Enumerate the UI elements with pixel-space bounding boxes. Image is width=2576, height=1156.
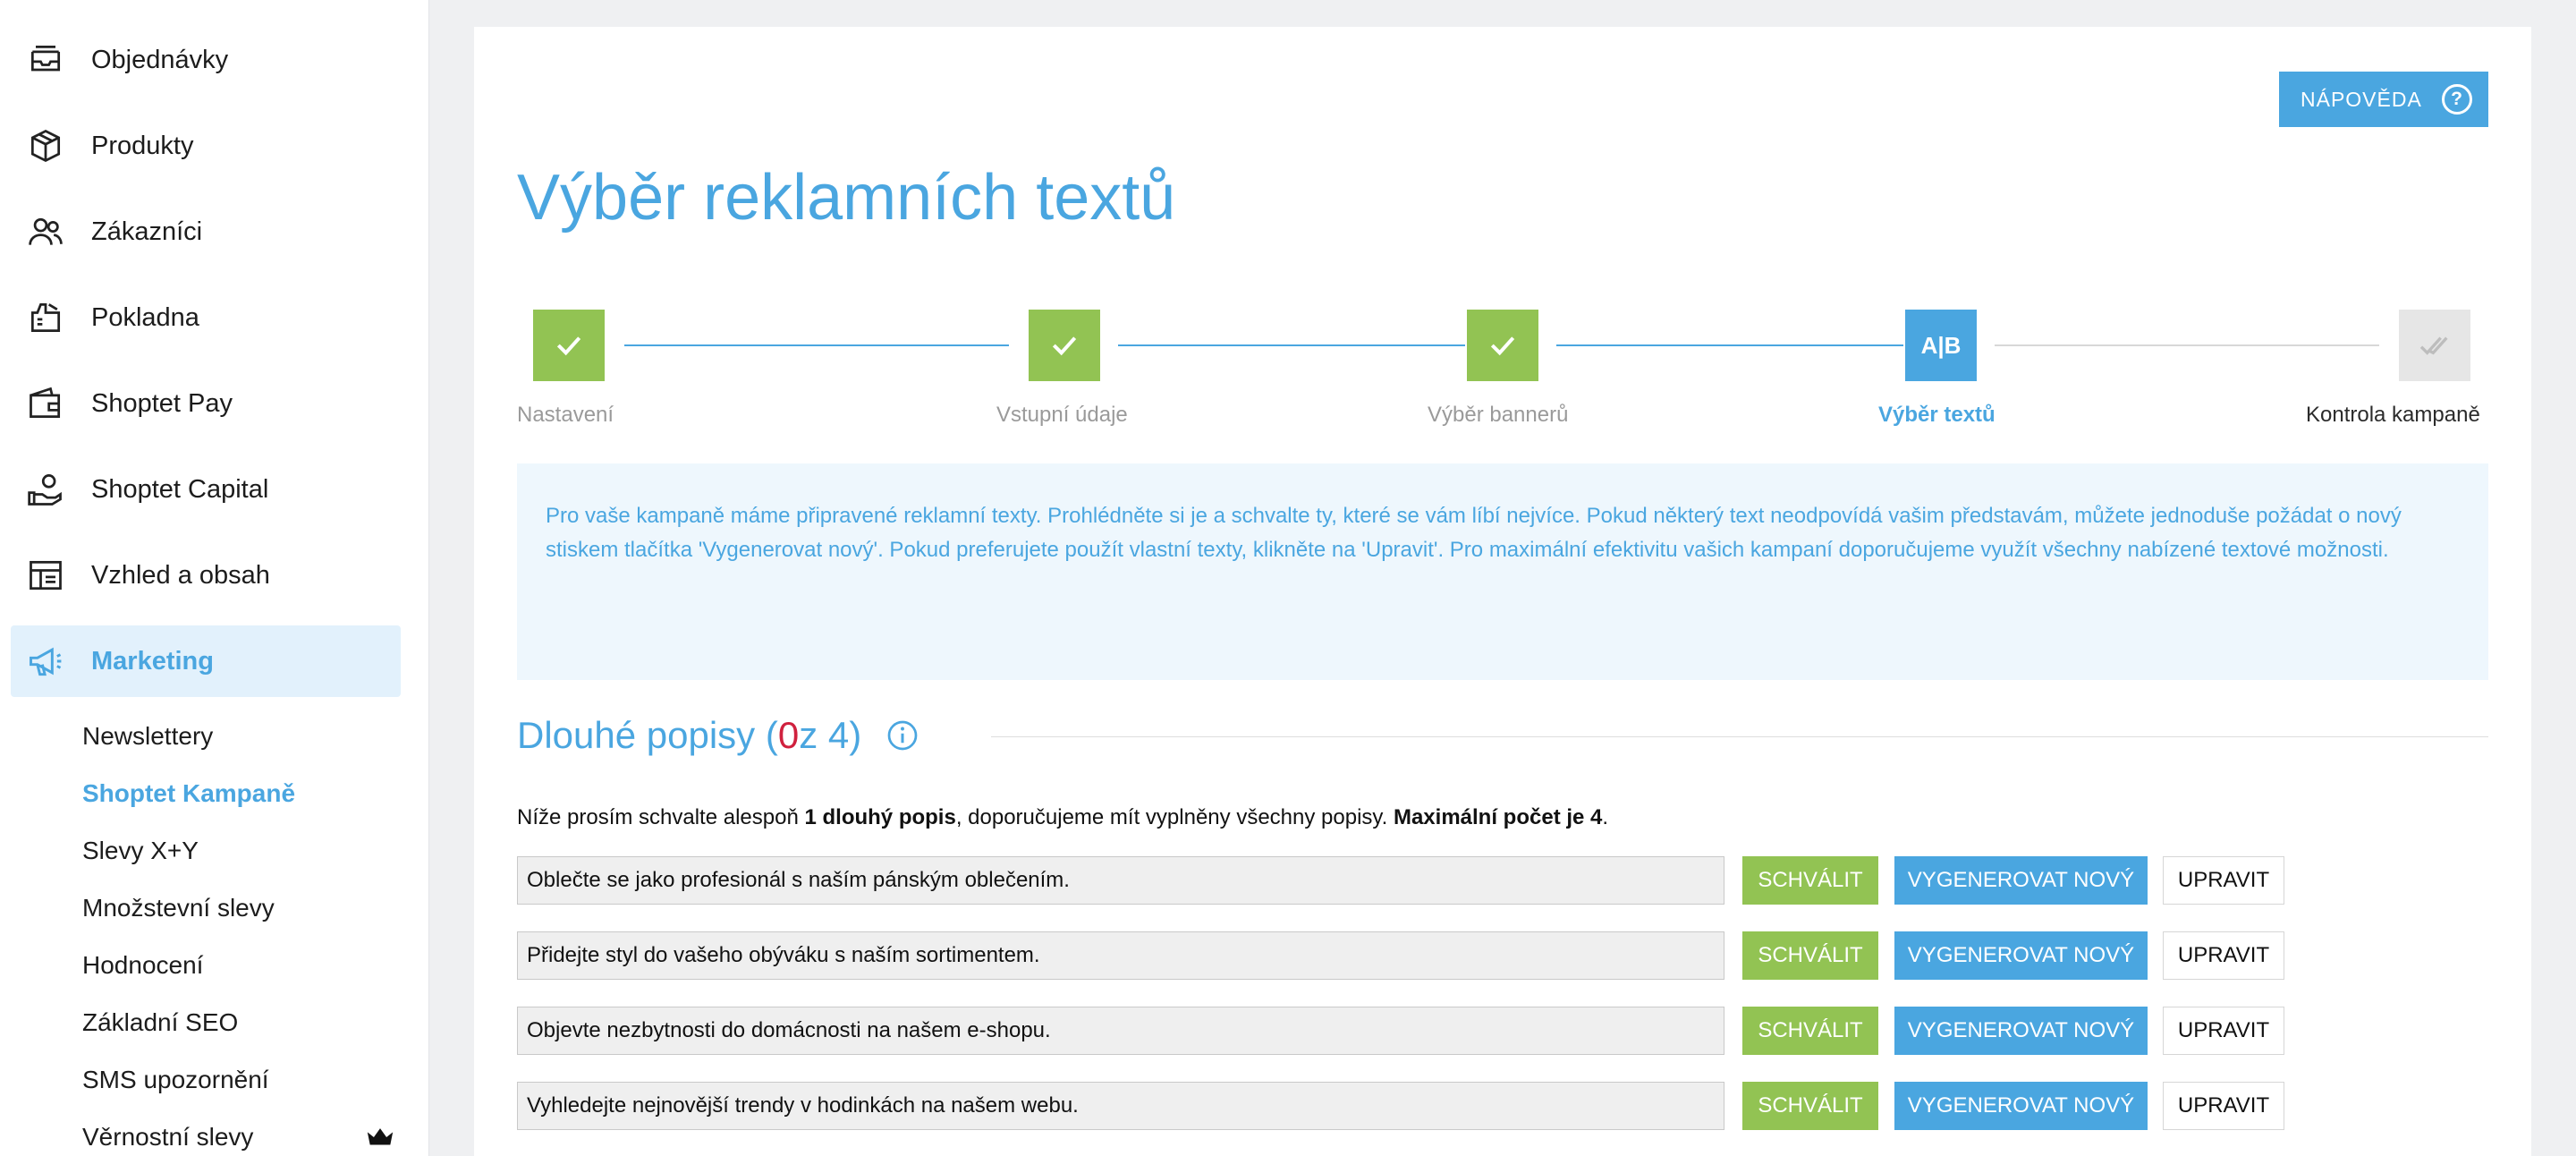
instruction-bold: 1 dlouhý popis xyxy=(804,805,956,829)
description-row: SCHVÁLIT VYGENEROVAT NOVÝ UPRAVIT xyxy=(517,931,2485,980)
step-2-check xyxy=(1029,310,1100,381)
approve-button[interactable]: SCHVÁLIT xyxy=(1742,1007,1878,1055)
check-icon xyxy=(1052,336,1077,356)
info-icon[interactable] xyxy=(886,719,919,752)
help-icon: ? xyxy=(2442,84,2472,115)
regenerate-button[interactable]: VYGENEROVAT NOVÝ xyxy=(1894,856,2148,905)
help-button-label: NÁPOVĚDA xyxy=(2301,87,2422,111)
description-field[interactable] xyxy=(517,1007,1724,1055)
description-field[interactable] xyxy=(517,856,1724,905)
step-label-texts: Výběr textů xyxy=(1878,403,1996,427)
section-count: 0 xyxy=(777,714,800,756)
regenerate-button[interactable]: VYGENEROVAT NOVÝ xyxy=(1894,1007,2148,1055)
step-4-ab-badge: A|B xyxy=(1905,310,1977,381)
approve-button[interactable]: SCHVÁLIT xyxy=(1742,1082,1878,1130)
sidebar-item-label: Vzhled a obsah xyxy=(91,560,270,590)
sidebar-item-register[interactable]: Pokladna xyxy=(11,282,401,353)
approve-button[interactable]: SCHVÁLIT xyxy=(1742,931,1878,980)
edit-button[interactable]: UPRAVIT xyxy=(2163,1082,2284,1130)
step-connector xyxy=(1118,344,1465,346)
sidebar-subitem-shoptet-campaigns[interactable]: Shoptet Kampaně xyxy=(82,771,395,816)
sidebar-subitem-basic-seo[interactable]: Základní SEO xyxy=(82,1000,395,1045)
sidebar-subitem-quantity-discounts[interactable]: Množstevní slevy xyxy=(82,886,395,931)
regenerate-button[interactable]: VYGENEROVAT NOVÝ xyxy=(1894,1082,2148,1130)
sidebar-item-label: Věrnostní slevy xyxy=(82,1123,254,1151)
sidebar-item-shoptet-pay[interactable]: Shoptet Pay xyxy=(11,368,401,439)
users-icon xyxy=(25,211,66,252)
wallet-icon xyxy=(25,383,66,424)
step-1-check xyxy=(533,310,605,381)
section-title-prefix: Dlouhé popisy ( xyxy=(517,714,778,756)
instruction-text: Níže prosím schvalte alespoň 1 dlouhý po… xyxy=(517,805,1608,830)
money-hand-icon xyxy=(25,469,66,510)
sidebar: Objednávky Produkty Zákazníci Pokladna S… xyxy=(0,0,429,1156)
page-title: Výběr reklamních textů xyxy=(517,162,1176,234)
section-title: Dlouhé popisy (0 z 4) xyxy=(517,680,919,791)
section-divider xyxy=(991,736,2488,737)
edit-button[interactable]: UPRAVIT xyxy=(2163,1007,2284,1055)
check-icon xyxy=(1490,336,1515,356)
sidebar-item-marketing[interactable]: Marketing xyxy=(11,625,401,697)
step-connector xyxy=(1556,344,1903,346)
step-connector-inactive xyxy=(1995,344,2379,346)
step-label-settings[interactable]: Nastavení xyxy=(517,403,614,428)
description-field[interactable] xyxy=(517,931,1724,980)
sidebar-subitem-newsletters[interactable]: Newslettery xyxy=(82,714,395,759)
help-button[interactable]: NÁPOVĚDA ? xyxy=(2279,72,2488,127)
register-icon xyxy=(25,297,66,338)
description-field[interactable] xyxy=(517,1082,1724,1130)
sidebar-item-label: Shoptet Pay xyxy=(91,388,233,418)
edit-button[interactable]: UPRAVIT xyxy=(2163,856,2284,905)
instruction-part: Níže prosím schvalte alespoň xyxy=(517,805,805,829)
regenerate-button[interactable]: VYGENEROVAT NOVÝ xyxy=(1894,931,2148,980)
instruction-part: . xyxy=(1602,805,1609,829)
step-connector xyxy=(624,344,1009,346)
step-label-campaign-check: Kontrola kampaně xyxy=(2306,403,2480,427)
info-box: Pro vaše kampaně máme připravené reklamn… xyxy=(517,463,2488,680)
instruction-bold: Maximální počet je 4 xyxy=(1393,805,1603,829)
crown-icon xyxy=(367,1128,394,1148)
instruction-part: , doporučujeme mít vyplněny všechny popi… xyxy=(955,805,1394,829)
step-5-double-check xyxy=(2399,310,2470,381)
check-icon xyxy=(556,336,581,356)
sidebar-item-label: Marketing xyxy=(91,646,214,676)
sidebar-subitem-reviews[interactable]: Hodnocení xyxy=(82,943,395,988)
description-row: SCHVÁLIT VYGENEROVAT NOVÝ UPRAVIT xyxy=(517,1007,2485,1055)
step-label-input-data[interactable]: Vstupní údaje xyxy=(996,403,1128,428)
approve-button[interactable]: SCHVÁLIT xyxy=(1742,856,1878,905)
sidebar-item-label: Zákazníci xyxy=(91,217,203,246)
sidebar-subitem-sms-notifications[interactable]: SMS upozornění xyxy=(82,1058,395,1102)
sidebar-item-label: Shoptet Capital xyxy=(91,474,269,504)
main-panel: NÁPOVĚDA ? Výběr reklamních textů A|B Na… xyxy=(474,27,2531,1156)
sidebar-item-shoptet-capital[interactable]: Shoptet Capital xyxy=(11,454,401,525)
sidebar-item-label: Produkty xyxy=(91,131,194,160)
edit-button[interactable]: UPRAVIT xyxy=(2163,931,2284,980)
sidebar-item-customers[interactable]: Zákazníci xyxy=(11,196,401,268)
section-title-suffix: z 4) xyxy=(799,714,862,756)
sidebar-item-products[interactable]: Produkty xyxy=(11,110,401,182)
sidebar-item-appearance[interactable]: Vzhled a obsah xyxy=(11,540,401,611)
inbox-icon xyxy=(25,39,66,81)
box-icon xyxy=(25,125,66,166)
sidebar-item-label: Pokladna xyxy=(91,302,199,332)
double-check-icon xyxy=(2419,336,2448,355)
sidebar-subitem-loyalty-discounts[interactable]: Věrnostní slevy xyxy=(82,1115,395,1156)
description-row: SCHVÁLIT VYGENEROVAT NOVÝ UPRAVIT xyxy=(517,1082,2485,1130)
description-row: SCHVÁLIT VYGENEROVAT NOVÝ UPRAVIT xyxy=(517,856,2485,905)
sidebar-subitem-discounts-xy[interactable]: Slevy X+Y xyxy=(82,829,395,873)
sidebar-item-label: Objednávky xyxy=(91,45,229,74)
layout-icon xyxy=(25,555,66,596)
step-label-banners[interactable]: Výběr bannerů xyxy=(1428,403,1568,428)
megaphone-icon xyxy=(25,641,66,682)
step-3-check xyxy=(1467,310,1538,381)
sidebar-item-orders[interactable]: Objednávky xyxy=(11,24,401,96)
